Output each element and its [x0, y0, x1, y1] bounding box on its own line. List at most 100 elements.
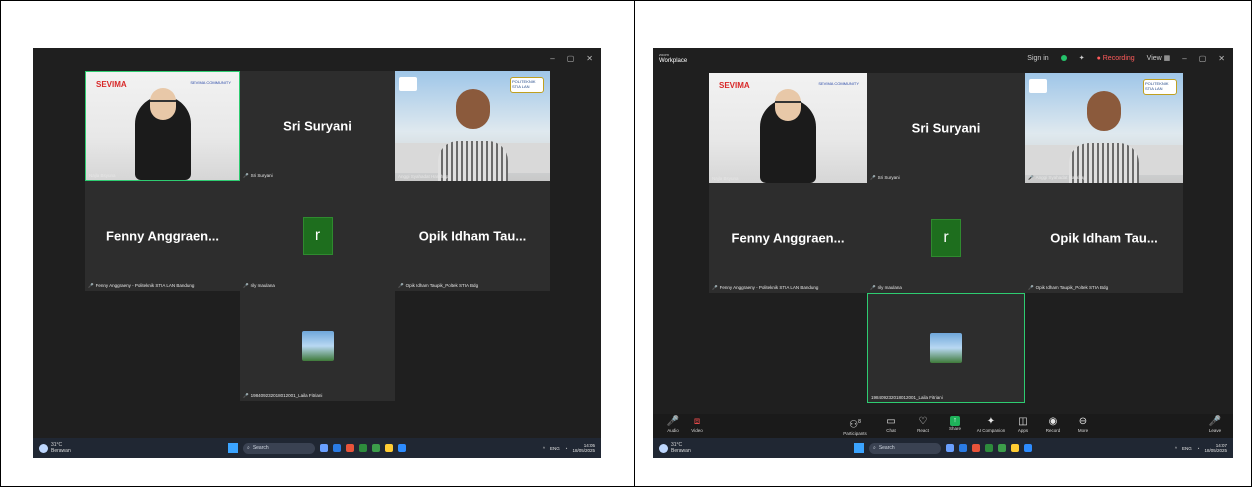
participant-tile-sri[interactable]: Sri Suryani 🎤 Sri Suryani	[867, 73, 1025, 183]
participant-tile-najla[interactable]: SEVIMA SEVIMA COMMUNITY Najla Bsyuna	[85, 71, 240, 181]
avatar	[930, 333, 962, 363]
app-icon[interactable]	[959, 444, 967, 452]
avatar	[301, 331, 334, 361]
security-shield-icon[interactable]	[1060, 55, 1067, 61]
taskbar-apps: ⌕ Search	[228, 442, 406, 454]
zoom-screenshot-left: – ▢ ✕ SEVIMA SEVIMA COMMUNITY Najla Bsyu…	[33, 48, 601, 458]
view-button[interactable]: View ▦	[1147, 54, 1171, 62]
participant-tile-najla[interactable]: SEVIMA SEVIMA COMMUNITY Najla Bsyuna	[709, 73, 867, 183]
tray-chevron-icon[interactable]: ^	[543, 446, 545, 451]
glasses	[149, 100, 176, 106]
mic-muted-icon: 🎤	[1028, 175, 1034, 180]
participant-tile-sri[interactable]: Sri Suryani 🎤 Sri Suryani	[240, 71, 395, 181]
weather-icon	[659, 443, 668, 453]
glasses	[775, 101, 801, 107]
more-button[interactable]: ⊖ More	[1063, 416, 1103, 433]
system-tray: ^ ENG ◔ 14:05 18/05/2025	[543, 443, 595, 453]
participant-name-tag: 🎤 Sri Suryani	[243, 173, 273, 178]
windows-start-icon[interactable]	[854, 443, 864, 453]
close-button[interactable]: ✕	[1218, 54, 1225, 63]
browser-icon[interactable]	[346, 444, 354, 452]
participant-tile-anggi[interactable]: POLITEKNIK STIA LAN 🎤 Anggi Syahadat Hara…	[1025, 73, 1183, 183]
participant-head	[1087, 91, 1121, 131]
video-button[interactable]: ⧈ Video	[677, 416, 717, 433]
app-icon[interactable]	[333, 444, 341, 452]
logo-icon	[1029, 79, 1047, 93]
taskbar-apps: ⌕ Search	[854, 442, 1032, 454]
maximize-button[interactable]: ▢	[567, 54, 575, 63]
language-indicator[interactable]: ENG	[1182, 446, 1192, 451]
mic-muted-icon: 🎤	[243, 393, 249, 398]
participants-icon: ⚇8	[849, 419, 861, 431]
participant-tile-fenny[interactable]: Fenny Anggraen... 🎤 Fenny Anggraeny - Pol…	[85, 181, 240, 291]
participant-tile-fenny[interactable]: Fenny Anggraen... 🎤 Fenny Anggraeny - Pol…	[709, 183, 867, 293]
participant-tile-rily[interactable]: r 🎤 rily maulana	[867, 183, 1025, 293]
participant-name: Sri Suryani	[911, 120, 981, 136]
folder-icon[interactable]	[385, 444, 393, 452]
recording-indicator[interactable]: ● Recording	[1097, 55, 1135, 62]
participant-name-tag: 🎤 Fenny Anggraeny - Politeknik STIA LAN B…	[712, 285, 819, 290]
participant-tile-laila[interactable]: 🎤 198409232018012001_Laila Fitriani	[240, 291, 395, 401]
mic-muted-icon: 🎤	[243, 173, 249, 178]
participant-name-tag: 🎤 rily maulana	[870, 285, 902, 290]
app-icon[interactable]	[359, 444, 367, 452]
wifi-icon[interactable]: ◔	[1197, 446, 1200, 451]
weather-widget[interactable]: 31°C Berawan	[39, 442, 71, 454]
more-icon: ⊖	[1078, 416, 1088, 427]
meeting-toolbar: 🎤 Audio ⧈ Video ⚇8 Participants ▭ Chat ♡ Reac…	[653, 414, 1233, 438]
search-icon: ⌕	[873, 445, 876, 451]
share-button[interactable]: ↑ Share	[935, 416, 975, 431]
app-icon[interactable]	[998, 444, 1006, 452]
leave-button[interactable]: 🎤 Leave	[1195, 416, 1233, 433]
avatar: r	[302, 217, 333, 255]
tray-chevron-icon[interactable]: ^	[1175, 446, 1177, 451]
file-explorer-icon[interactable]	[946, 444, 954, 452]
taskbar-search[interactable]: ⌕ Search	[869, 442, 941, 454]
windows-start-icon[interactable]	[228, 443, 238, 453]
maximize-button[interactable]: ▢	[1199, 54, 1207, 63]
participant-name-tag: 🎤 198409232018012001_Laila Fitriani	[243, 393, 323, 398]
minimize-button[interactable]: –	[550, 54, 554, 63]
participant-name-tag: 🎤 Opik Idham Taupik_Poltek STIA Bdg	[398, 283, 479, 288]
mic-muted-icon: 🎤	[398, 283, 404, 288]
app-icon[interactable]	[985, 444, 993, 452]
system-tray: ^ ENG ◔ 14:07 18/05/2025	[1175, 443, 1227, 453]
participant-name-tag: 🎤 rily maulana	[243, 283, 275, 288]
participants-button[interactable]: ⚇8 Participants	[835, 416, 875, 436]
participant-tile-opik[interactable]: Opik Idham Tau... 🎤 Opik Idham Taupik_Pol…	[1025, 183, 1183, 293]
sevima-logo: SEVIMA	[96, 80, 127, 89]
community-logo: SEVIMA COMMUNITY	[818, 81, 859, 86]
file-explorer-icon[interactable]	[320, 444, 328, 452]
participant-name: Fenny Anggraen...	[106, 228, 219, 244]
clock[interactable]: 14:05 18/05/2025	[572, 443, 595, 453]
zoom-icon[interactable]	[398, 444, 406, 452]
folder-icon[interactable]	[1011, 444, 1019, 452]
participant-tile-anggi[interactable]: POLITEKNIK STIA LAN Anggi Syahadat Harah…	[395, 71, 550, 181]
participant-tile-rily[interactable]: r 🎤 rily maulana	[240, 181, 395, 291]
weather-widget[interactable]: 31°C Berawan	[659, 442, 691, 454]
ai-sparkle-icon[interactable]: ✦	[1079, 54, 1085, 62]
participant-tile-opik[interactable]: Opik Idham Tau... 🎤 Opik Idham Taupik_Pol…	[395, 181, 550, 291]
participant-name-tag: 🎤 Sri Suryani	[870, 175, 900, 180]
language-indicator[interactable]: ENG	[550, 446, 560, 451]
participant-name: Opik Idham Tau...	[418, 228, 527, 244]
minimize-button[interactable]: –	[1182, 54, 1186, 63]
logo-icon	[399, 77, 417, 91]
weather-icon	[39, 443, 48, 453]
wifi-icon[interactable]: ◔	[565, 446, 568, 451]
clock[interactable]: 14:07 18/05/2025	[1204, 443, 1227, 453]
participant-name: Sri Suryani	[283, 118, 352, 134]
close-button[interactable]: ✕	[586, 54, 593, 63]
app-icon[interactable]	[372, 444, 380, 452]
participant-tile-laila[interactable]: 198409232018012001_Laila Fitriani	[867, 293, 1025, 403]
sign-in-link[interactable]: Sign in	[1027, 55, 1048, 62]
browser-icon[interactable]	[972, 444, 980, 452]
windows-taskbar: 31°C Berawan ⌕ Search ^ ENG ◔ 14:07 18/05/2…	[653, 438, 1233, 458]
zoom-icon[interactable]	[1024, 444, 1032, 452]
politeknik-logo: POLITEKNIK STIA LAN	[510, 77, 544, 93]
taskbar-search[interactable]: ⌕ Search	[243, 442, 315, 454]
sevima-logo: SEVIMA	[719, 81, 750, 90]
politeknik-logo: POLITEKNIK STIA LAN	[1143, 79, 1177, 95]
window-topbar: Sign in ✦ ● Recording View ▦ – ▢ ✕	[653, 48, 1233, 68]
mic-muted-icon: 🎤	[1028, 285, 1034, 290]
